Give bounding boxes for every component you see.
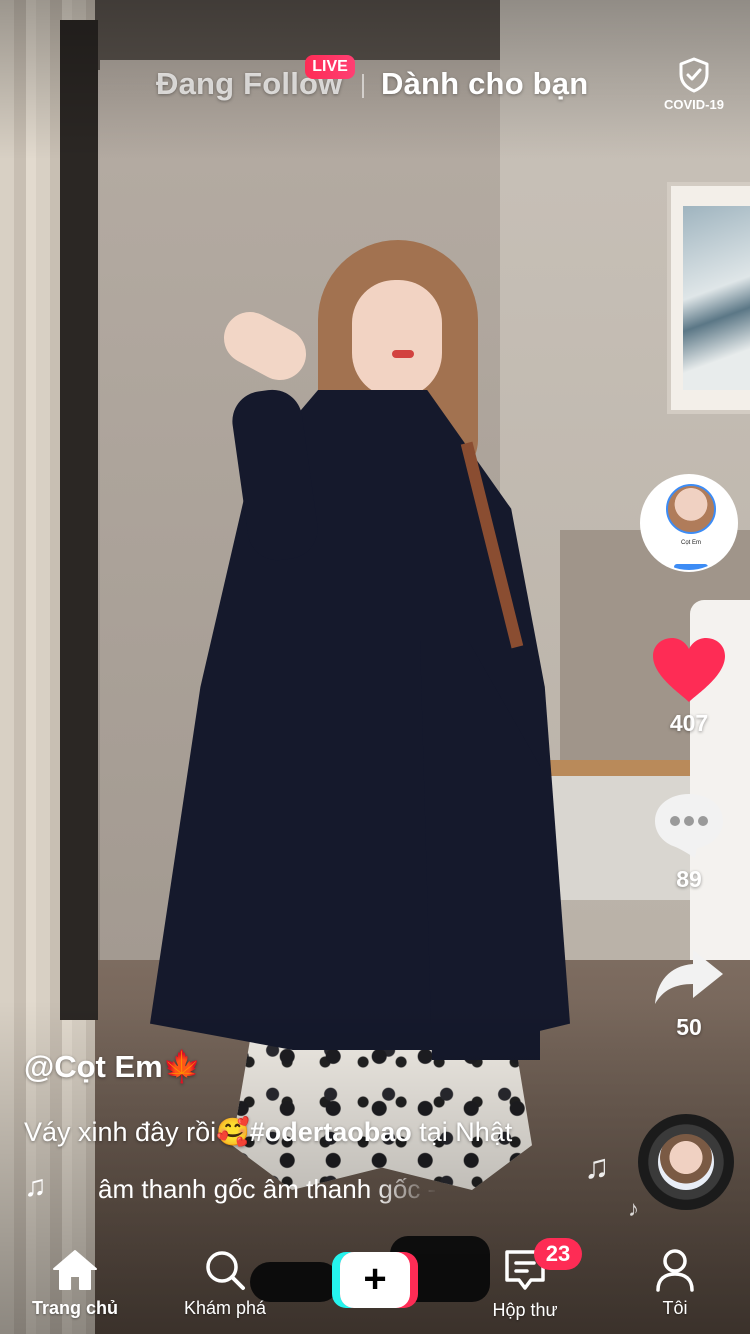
- plus-icon: +: [340, 1252, 410, 1308]
- music-disc-cover: [658, 1134, 714, 1190]
- tab-divider: [362, 74, 364, 98]
- avatar-photo: [666, 484, 716, 534]
- live-badge[interactable]: LIVE: [305, 55, 355, 79]
- comment-icon: [655, 794, 723, 858]
- home-icon: [53, 1250, 97, 1290]
- top-bar: Đang Follow LIVE Dành cho bạn COVID-19: [0, 0, 750, 130]
- comment-count: 89: [676, 866, 702, 892]
- covid-button[interactable]: COVID-19: [660, 57, 728, 112]
- music-title: âm thanh gốc âm thanh gốc - Cọt Em: [98, 1174, 438, 1204]
- profile-icon: [656, 1249, 694, 1292]
- bottom-nav: Trang chủ Khám phá + Hộp thư 23 Tôi: [0, 1236, 750, 1334]
- nav-home-label: Trang chủ: [31, 1298, 118, 1318]
- shield-icon: [679, 57, 709, 93]
- music-row[interactable]: ♫ âm thanh gốc âm thanh gốc - Cọt Em: [24, 1170, 444, 1210]
- search-icon: [206, 1251, 245, 1290]
- painting-art: [683, 206, 750, 390]
- comment-button[interactable]: 89: [636, 790, 742, 893]
- nav-home[interactable]: Trang chủ: [10, 1248, 140, 1319]
- avatar-caption: Cọt Em: [680, 540, 701, 546]
- like-count: 407: [669, 710, 709, 736]
- floating-note-icon: ♫: [584, 1148, 610, 1186]
- nav-me[interactable]: Tôi: [610, 1248, 740, 1319]
- hashtag-link[interactable]: #odertaobao: [250, 1117, 412, 1147]
- nav-inbox-label: Hộp thư: [492, 1300, 558, 1320]
- caption-text: Váy xinh đây rồi🥰: [24, 1117, 250, 1147]
- inbox-badge: 23: [534, 1238, 582, 1270]
- curtain-shadow: [60, 20, 98, 1020]
- nav-discover[interactable]: Khám phá: [160, 1248, 290, 1319]
- caption-suffix: tại Nhật: [411, 1117, 513, 1147]
- person-mouth: [392, 350, 414, 358]
- music-note-icon: ♫: [24, 1170, 47, 1203]
- person-face: [352, 280, 442, 398]
- covid-label: COVID-19: [664, 97, 724, 112]
- share-count: 50: [676, 1014, 702, 1040]
- floating-note-small-icon: ♪: [628, 1196, 639, 1221]
- post-username[interactable]: @Cọt Em🍁: [24, 1048, 201, 1085]
- avatar-tag: [674, 564, 708, 570]
- share-button[interactable]: 50: [636, 946, 742, 1041]
- heart-icon: [653, 638, 725, 702]
- creator-avatar[interactable]: Cọt Em: [640, 474, 738, 572]
- post-caption: Váy xinh đây rồi🥰#odertaobao tại Nhật: [24, 1116, 512, 1148]
- nav-discover-label: Khám phá: [183, 1298, 267, 1318]
- tab-for-you[interactable]: Dành cho bạn: [381, 66, 588, 102]
- create-button[interactable]: +: [332, 1252, 418, 1308]
- share-arrow-icon: [655, 950, 723, 1004]
- music-disc[interactable]: [638, 1114, 734, 1210]
- like-button[interactable]: 407: [636, 636, 742, 737]
- wall-painting: [667, 182, 750, 414]
- nav-me-label: Tôi: [662, 1298, 688, 1318]
